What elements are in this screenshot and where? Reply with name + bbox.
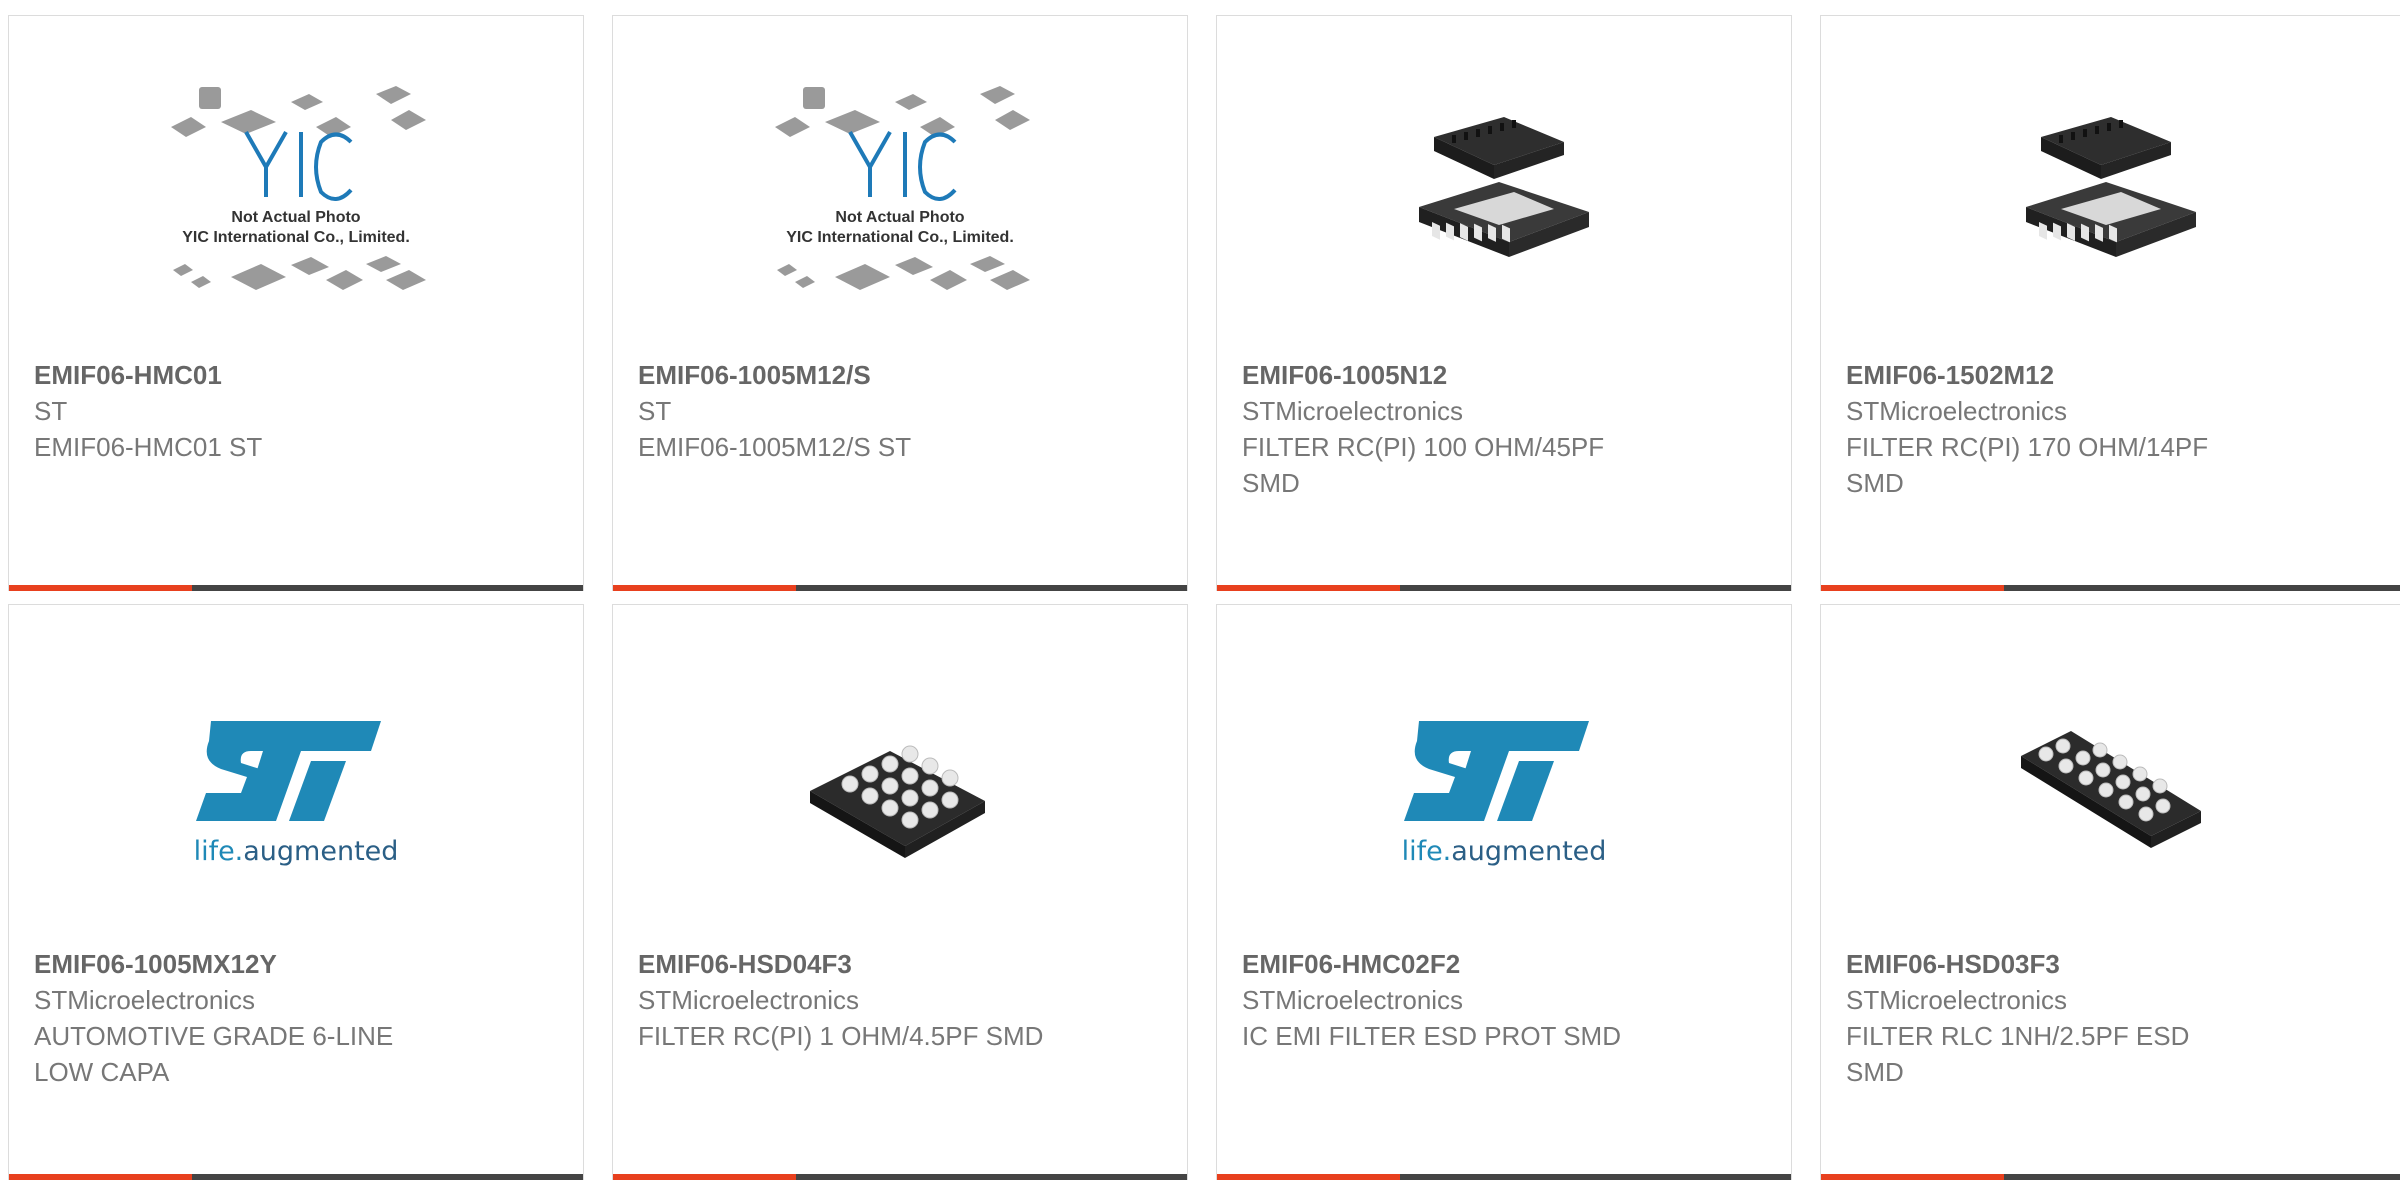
card-footer-bar xyxy=(613,1174,1187,1180)
dfn-package-image xyxy=(2025,117,2196,257)
st-tagline: life.augmented xyxy=(1401,836,1607,867)
part-number-link[interactable]: EMIF06-1502M12 xyxy=(1846,357,2380,393)
product-card[interactable]: EMIF06-1502M12 STMicroelectronics FILTER… xyxy=(1820,15,2400,591)
product-info: EMIF06-1005MX12Y STMicroelectronics AUTO… xyxy=(34,946,563,1090)
product-info: EMIF06-HMC01 ST EMIF06-HMC01 ST xyxy=(34,357,563,465)
product-card[interactable]: EMIF06-HSD03F3 STMicroelectronics FILTER… xyxy=(1820,604,2400,1180)
bga-square-image xyxy=(810,745,985,858)
card-footer-bar xyxy=(9,1174,583,1180)
product-info: EMIF06-HSD03F3 STMicroelectronics FILTER… xyxy=(1846,946,2380,1090)
product-image[interactable] xyxy=(1217,16,1791,358)
product-description: EMIF06-HMC01 ST xyxy=(34,432,263,462)
product-description: IC EMI FILTER ESD PROT SMD xyxy=(1242,1021,1621,1051)
product-card[interactable]: life.augmented EMIF06-1005MX12Y STMicroe… xyxy=(8,604,584,1180)
product-card[interactable]: Not Actual Photo YIC International Co., … xyxy=(612,15,1188,591)
product-grid: Not Actual Photo YIC International Co., … xyxy=(0,0,2400,1180)
bga-rect-image xyxy=(2020,731,2201,848)
product-image[interactable] xyxy=(1821,16,2400,358)
product-card[interactable]: EMIF06-1005N12 STMicroelectronics FILTER… xyxy=(1216,15,1792,591)
part-number-link[interactable]: EMIF06-HSD04F3 xyxy=(638,946,1167,982)
product-image[interactable]: life.augmented xyxy=(9,605,583,947)
manufacturer: STMicroelectronics xyxy=(1242,396,1464,426)
manufacturer: ST xyxy=(638,396,672,426)
product-description: AUTOMOTIVE GRADE 6-LINE LOW CAPA xyxy=(34,1021,394,1087)
st-logo-image: life.augmented xyxy=(181,711,411,881)
manufacturer: ST xyxy=(34,396,68,426)
card-footer-bar xyxy=(1217,585,1791,591)
product-description: FILTER RC(PI) 170 OHM/14PF SMD xyxy=(1846,432,2209,498)
manufacturer: STMicroelectronics xyxy=(34,985,256,1015)
card-footer-bar xyxy=(1217,1174,1791,1180)
st-logo-image: life.augmented xyxy=(1389,711,1619,881)
product-image[interactable]: life.augmented xyxy=(1217,605,1791,947)
yic-note: Not Actual Photo YIC International Co., … xyxy=(182,209,410,246)
yic-placeholder-image: Not Actual Photo YIC International Co., … xyxy=(151,72,441,322)
product-description: EMIF06-1005M12/S ST xyxy=(638,432,912,462)
product-description: FILTER RC(PI) 1 OHM/4.5PF SMD xyxy=(638,1021,1044,1051)
yic-placeholder-image: Not Actual Photo YIC International Co., … xyxy=(755,72,1045,322)
manufacturer: STMicroelectronics xyxy=(1242,985,1464,1015)
product-image[interactable]: Not Actual Photo YIC International Co., … xyxy=(9,16,583,358)
product-image[interactable] xyxy=(613,605,1187,947)
card-footer-bar xyxy=(9,585,583,591)
part-number-link[interactable]: EMIF06-HMC01 xyxy=(34,357,563,393)
product-info: EMIF06-HSD04F3 STMicroelectronics FILTER… xyxy=(638,946,1167,1054)
product-image[interactable] xyxy=(1821,605,2400,947)
product-card[interactable]: Not Actual Photo YIC International Co., … xyxy=(8,15,584,591)
card-footer-bar xyxy=(1821,585,2400,591)
card-footer-bar xyxy=(1821,1174,2400,1180)
dfn-package-image xyxy=(1419,117,1589,257)
yic-note: Not Actual Photo YIC International Co., … xyxy=(786,209,1014,246)
product-image[interactable]: Not Actual Photo YIC International Co., … xyxy=(613,16,1187,358)
product-description: FILTER RC(PI) 100 OHM/45PF SMD xyxy=(1242,432,1605,498)
product-card[interactable]: EMIF06-HSD04F3 STMicroelectronics FILTER… xyxy=(612,604,1188,1180)
card-footer-bar xyxy=(613,585,1187,591)
st-tagline: life.augmented xyxy=(193,836,399,867)
part-number-link[interactable]: EMIF06-HSD03F3 xyxy=(1846,946,2380,982)
manufacturer: STMicroelectronics xyxy=(638,985,860,1015)
product-info: EMIF06-1005N12 STMicroelectronics FILTER… xyxy=(1242,357,1771,501)
part-number-link[interactable]: EMIF06-1005MX12Y xyxy=(34,946,563,982)
product-info: EMIF06-HMC02F2 STMicroelectronics IC EMI… xyxy=(1242,946,1771,1054)
product-description: FILTER RLC 1NH/2.5PF ESD SMD xyxy=(1846,1021,2190,1087)
product-card[interactable]: life.augmented EMIF06-HMC02F2 STMicroele… xyxy=(1216,604,1792,1180)
part-number-link[interactable]: EMIF06-1005M12/S xyxy=(638,357,1167,393)
part-number-link[interactable]: EMIF06-HMC02F2 xyxy=(1242,946,1771,982)
product-info: EMIF06-1005M12/S ST EMIF06-1005M12/S ST xyxy=(638,357,1167,465)
product-info: EMIF06-1502M12 STMicroelectronics FILTER… xyxy=(1846,357,2380,501)
manufacturer: STMicroelectronics xyxy=(1846,396,2068,426)
part-number-link[interactable]: EMIF06-1005N12 xyxy=(1242,357,1771,393)
manufacturer: STMicroelectronics xyxy=(1846,985,2068,1015)
